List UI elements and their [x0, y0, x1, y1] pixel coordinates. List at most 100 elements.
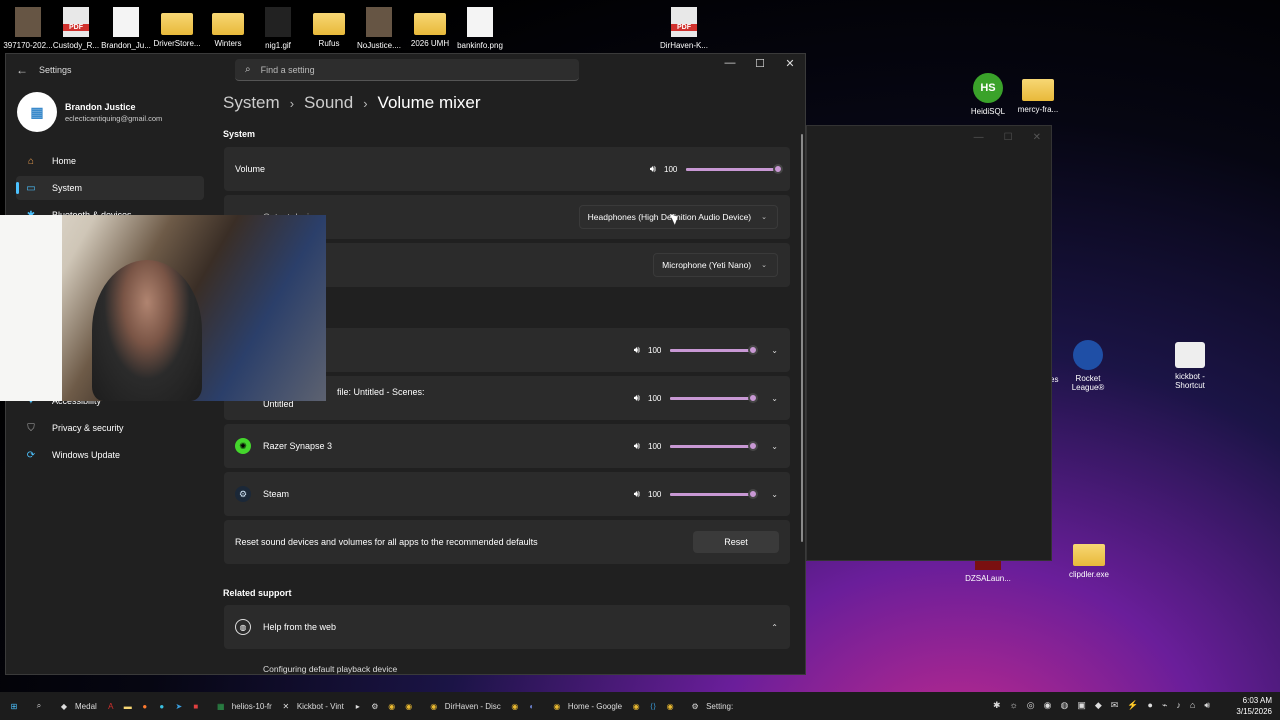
chrome-icon: ◉: [430, 701, 438, 711]
desktop-icon-label: 2026 UMH: [410, 39, 450, 48]
related-support-heading: Related support: [223, 588, 292, 598]
taskbar-pinned-icons-2[interactable]: ▸ ⚙ ◉ ◉: [352, 700, 420, 712]
output-device-dropdown[interactable]: Headphones (High Definition Audio Device…: [578, 205, 778, 229]
medal-icon: ◆: [60, 701, 68, 711]
speaker-icon[interactable]: 🔊︎: [650, 164, 656, 175]
help-link[interactable]: Configuring default playback device: [263, 664, 397, 674]
search-taskbar-button[interactable]: ⌕: [33, 700, 50, 712]
sidebar-item-label: System: [52, 183, 83, 193]
user-profile[interactable]: ▦ Brandon Justice eclecticantiquing@gmai…: [17, 92, 162, 132]
desktop-icon-label: mercy-fra...: [1017, 105, 1059, 114]
speaker-icon[interactable]: 🔊︎: [634, 393, 640, 404]
desktop-icon[interactable]: bankinfo.png: [452, 7, 508, 50]
reset-card: Reset sound devices and volumes for all …: [224, 520, 790, 564]
desktop-icon-label: DirHaven-K...: [659, 41, 708, 50]
app-volume-slider[interactable]: [670, 392, 758, 403]
tray-icon: ✉: [1110, 700, 1119, 710]
rocket-league-icon: [1073, 340, 1103, 370]
desktop-icon[interactable]: 2026 UMH: [402, 7, 458, 48]
network-icon: ⌂: [1189, 700, 1196, 710]
close-button[interactable]: ✕: [775, 57, 805, 70]
volume-icon: 🔊︎: [1204, 700, 1210, 710]
breadcrumb-sound[interactable]: Sound: [304, 93, 353, 113]
desktop-icon[interactable]: Custody_R...: [48, 7, 104, 50]
taskbar-item-settings[interactable]: ⚙ Setting:: [689, 700, 733, 712]
page-title: Volume mixer: [377, 93, 481, 112]
home-icon: ⌂: [27, 155, 35, 167]
start-button[interactable]: ⊞: [8, 700, 25, 712]
folder-icon: [212, 13, 244, 35]
speaker-icon[interactable]: 🔊︎: [634, 489, 640, 500]
speaker-icon[interactable]: 🔊︎: [634, 345, 640, 356]
taskbar-item-home-google[interactable]: ◉ Home - Google: [551, 700, 622, 712]
volume-slider[interactable]: [686, 163, 783, 174]
desktop-icon-label: 397170-202...: [3, 41, 53, 50]
tray-icon: ✱: [992, 700, 1001, 710]
input-device-dropdown[interactable]: Microphone (Yeti Nano) ⌄: [653, 253, 778, 277]
kickbot-icon: ✕: [282, 701, 290, 711]
back-arrow-icon[interactable]: ←: [16, 63, 28, 77]
maximize-button[interactable]: ☐: [745, 57, 775, 70]
desktop-icon[interactable]: Rufus: [301, 7, 357, 48]
desktop-icon-label: HeidiSQL: [970, 107, 1006, 116]
taskbar-item-medal[interactable]: ◆ Medal: [58, 700, 97, 712]
desktop-icon[interactable]: nig1.gif: [250, 7, 306, 50]
desktop-icon[interactable]: Winters: [200, 7, 256, 48]
clock-date: 3/15/2026: [1236, 707, 1272, 716]
background-window[interactable]: — ☐ ✕: [806, 125, 1052, 561]
sidebar-item-label: Home: [52, 156, 77, 166]
app-volume-slider[interactable]: [670, 488, 758, 499]
update-icon: ⟳: [26, 449, 36, 461]
file-explorer-icon: ▬: [123, 701, 132, 711]
sidebar-item-system[interactable]: ▭ System: [16, 176, 204, 200]
webcam-background-light: [0, 215, 62, 401]
desktop-icon[interactable]: Rocket League®: [1060, 340, 1116, 392]
expand-chevron-icon[interactable]: ⌄: [771, 442, 778, 451]
search-placeholder: Find a setting: [260, 64, 315, 75]
collapse-chevron-icon[interactable]: ⌃: [771, 623, 778, 632]
taskbar-pinned-icons[interactable]: A ▬ ● ● ➤ ■: [105, 700, 207, 712]
webcam-person: [92, 260, 202, 401]
search-icon: ⌕: [245, 64, 251, 75]
system-tray[interactable]: ✱ ☼ ◎ ◉ ◍ ▣ ◆ ✉ ⚡ ● ⌁ ♪ ⌂ 🔊︎: [993, 700, 1210, 711]
desktop-icon[interactable]: mercy-fra...: [1010, 73, 1066, 114]
taskbar-pinned-icons-3[interactable]: ◉ ◐: [509, 700, 543, 712]
speaker-icon[interactable]: 🔊︎: [634, 441, 640, 452]
taskbar: ⊞ ⌕ ◆ Medal A ▬ ● ● ➤ ■ ▦ helios-10-fr ✕ Ki…: [0, 692, 1280, 720]
desktop-icon[interactable]: kickbot - Shortcut: [1162, 342, 1218, 390]
shield-icon: ⛉: [27, 422, 35, 434]
expand-chevron-icon[interactable]: ⌄: [771, 346, 778, 355]
sidebar-item-privacy[interactable]: ⛉ Privacy & security: [16, 416, 204, 440]
taskbar-item-label: Home - Google: [567, 701, 623, 711]
scrollbar[interactable]: [801, 134, 803, 542]
help-from-web-card[interactable]: ◍ Help from the web ⌃: [224, 605, 790, 649]
chrome-icon: ◉: [553, 701, 561, 711]
gear-icon: ⚙: [691, 701, 699, 711]
reset-button[interactable]: Reset: [693, 531, 779, 553]
desktop-icon[interactable]: clipdler.exe: [1061, 538, 1117, 579]
taskbar-pinned-icons-4[interactable]: ◉ ⟨⟩ ◉: [630, 700, 681, 712]
desktop-icon[interactable]: NoJustice....: [351, 7, 407, 50]
taskbar-item-kickbot[interactable]: ✕ Kickbot - Vint: [280, 700, 343, 712]
desktop-icon[interactable]: Brandon_Ju...: [98, 7, 154, 50]
breadcrumb-system[interactable]: System: [223, 93, 280, 113]
taskbar-item-helios[interactable]: ▦ helios-10-fr: [215, 700, 272, 712]
help-from-web-label: Help from the web: [263, 622, 337, 632]
minimize-button[interactable]: —: [715, 57, 745, 70]
desktop-icon[interactable]: DirHaven-K...: [656, 7, 712, 50]
desktop-icon[interactable]: DriverStore...: [149, 7, 205, 48]
expand-chevron-icon[interactable]: ⌄: [771, 394, 778, 403]
desktop-icon[interactable]: HS HeidiSQL: [960, 73, 1016, 116]
desktop-icon-label: Winters: [214, 39, 242, 48]
sidebar-item-home[interactable]: ⌂ Home: [16, 149, 204, 173]
chrome-icon: ◉: [632, 701, 640, 711]
search-input[interactable]: ⌕ Find a setting: [235, 59, 579, 81]
sidebar-item-windows-update[interactable]: ⟳ Windows Update: [16, 443, 204, 467]
app-volume-slider[interactable]: [670, 344, 758, 355]
steam-icon: ⚙: [371, 701, 379, 711]
app-volume-slider[interactable]: [670, 440, 758, 451]
clock[interactable]: 6:03 AM 3/15/2026: [1236, 695, 1272, 717]
taskbar-item-dirhaven[interactable]: ◉ DirHaven - Disc: [428, 700, 501, 712]
app-volume-control: 🔊︎ 100: [634, 440, 758, 452]
expand-chevron-icon[interactable]: ⌄: [771, 490, 778, 499]
